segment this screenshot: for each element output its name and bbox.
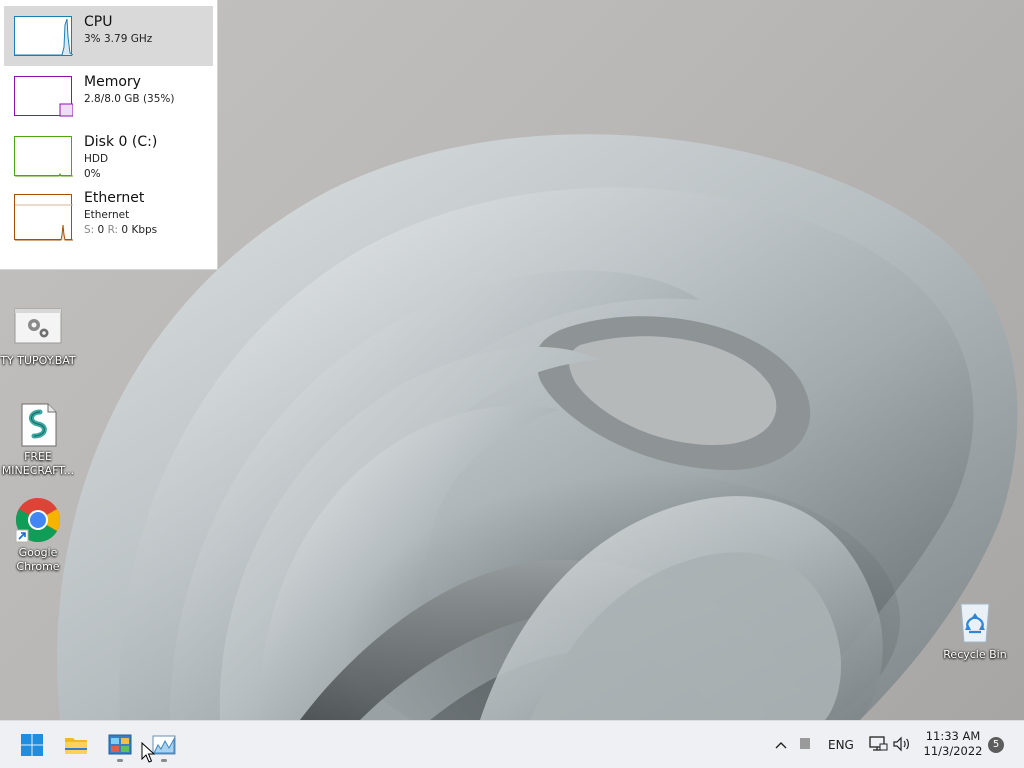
tray-app-icon bbox=[800, 738, 810, 749]
windows-start-icon bbox=[21, 734, 43, 756]
desktop-icon-label: TY TUPOY.BAT bbox=[0, 354, 76, 367]
receive-label: R: bbox=[104, 224, 122, 236]
network-button[interactable] bbox=[868, 735, 888, 753]
perf-title: Memory bbox=[84, 74, 141, 90]
perf-item-disk[interactable]: Disk 0 (C:) HDD 0% bbox=[4, 126, 213, 186]
perf-item-memory[interactable]: Memory 2.8/8.0 GB (35%) bbox=[4, 66, 213, 126]
chrome-icon bbox=[14, 496, 62, 544]
cpu-usage-text: 3% 3.79 GHz bbox=[84, 33, 153, 45]
control-panel-button[interactable] bbox=[102, 727, 138, 763]
desktop-icon-google-chrome[interactable]: Google Chrome bbox=[0, 496, 76, 574]
clock-date: 11/3/2022 bbox=[923, 744, 983, 758]
desktop-icon-ty-tupoy-bat[interactable]: TY TUPOY.BAT bbox=[0, 308, 76, 368]
running-indicator bbox=[117, 759, 123, 762]
folder-icon bbox=[65, 738, 87, 754]
desktop-icon-recycle-bin[interactable]: Recycle Bin bbox=[937, 598, 1013, 662]
memory-graph bbox=[14, 76, 73, 117]
file-explorer-button[interactable] bbox=[58, 727, 94, 763]
taskbar: ENG 11:33 AM 11/3/2022 5 bbox=[0, 720, 1024, 768]
input-language-indicator[interactable]: ENG bbox=[828, 738, 854, 752]
disk-type-text: HDD bbox=[84, 153, 109, 165]
perf-item-cpu[interactable]: CPU 3% 3.79 GHz bbox=[4, 6, 213, 66]
perf-title: Ethernet bbox=[84, 190, 145, 206]
disk-graph bbox=[14, 136, 73, 177]
ethernet-adapter-text: Ethernet bbox=[84, 209, 130, 221]
show-hidden-icons-button[interactable] bbox=[773, 737, 789, 753]
desktop-icon-label: Recycle Bin bbox=[943, 648, 1007, 661]
perf-item-ethernet[interactable]: Ethernet Ethernet S: 0 R: 0 Kbps bbox=[4, 188, 213, 260]
perf-title: CPU bbox=[84, 14, 113, 30]
memory-usage-text: 2.8/8.0 GB (35%) bbox=[84, 93, 175, 105]
chevron-up-icon bbox=[775, 742, 787, 749]
ethernet-graph bbox=[14, 194, 73, 241]
send-label: S: bbox=[84, 224, 98, 236]
disk-usage-text: 0% bbox=[84, 168, 101, 180]
task-manager-icon bbox=[152, 735, 176, 755]
recycle-bin-icon bbox=[951, 598, 999, 646]
desktop-icon-label: Google Chrome bbox=[16, 546, 60, 573]
perf-title: Disk 0 (C:) bbox=[84, 134, 158, 150]
tray-app-button[interactable] bbox=[798, 736, 812, 752]
batch-file-icon bbox=[14, 308, 62, 356]
network-icon bbox=[869, 736, 888, 751]
cpu-graph bbox=[14, 16, 73, 56]
notification-badge[interactable]: 5 bbox=[988, 737, 1004, 753]
clock[interactable]: 11:33 AM 11/3/2022 bbox=[916, 729, 990, 759]
desktop-icon-label: FREE MINECRAFT... bbox=[1, 450, 75, 477]
clock-time: 11:33 AM bbox=[925, 729, 981, 743]
performance-summary-panel: CPU 3% 3.79 GHz Memory 2.8/8.0 GB (35%) … bbox=[0, 0, 218, 270]
receive-value: 0 Kbps bbox=[121, 224, 158, 236]
script-file-icon bbox=[14, 400, 62, 448]
desktop-icon-free-minecraft[interactable]: FREE MINECRAFT... bbox=[0, 400, 76, 478]
running-indicator bbox=[161, 759, 167, 762]
speaker-icon bbox=[893, 736, 909, 752]
ethernet-throughput-text: S: 0 R: 0 Kbps bbox=[84, 224, 157, 236]
start-button[interactable] bbox=[14, 727, 50, 763]
control-panel-icon bbox=[108, 734, 132, 755]
task-manager-button[interactable] bbox=[146, 727, 182, 763]
volume-button[interactable] bbox=[892, 735, 912, 753]
